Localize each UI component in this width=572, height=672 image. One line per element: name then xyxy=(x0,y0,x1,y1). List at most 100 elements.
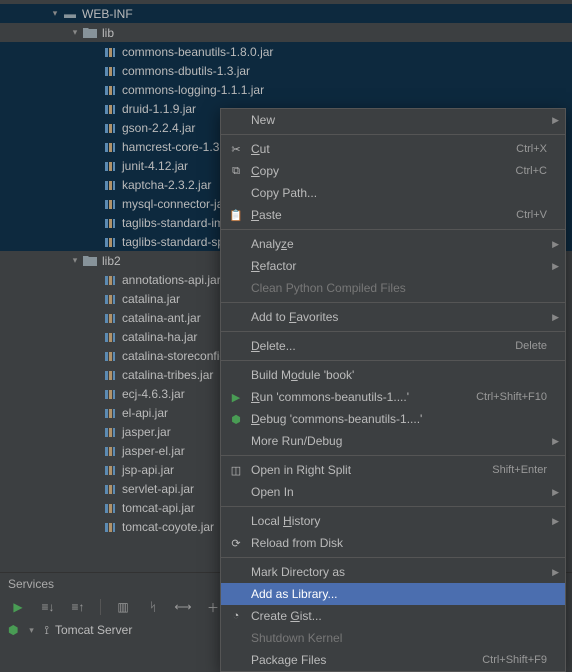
archive-icon xyxy=(102,196,118,212)
menu-copy[interactable]: ⧉CopyCtrl+C xyxy=(221,160,565,182)
menu-open-split[interactable]: ◫ Open in Right SplitShift+Enter xyxy=(221,459,565,481)
github-icon: ◔ xyxy=(227,608,245,624)
menu-label: Build Module 'book' xyxy=(251,368,547,382)
submenu-arrow-icon: ▶ xyxy=(552,436,559,447)
separator xyxy=(221,506,565,507)
menu-label: Refactor xyxy=(251,259,547,273)
collapse-icon: ▾ xyxy=(68,26,82,40)
shortcut: Ctrl+Shift+F9 xyxy=(482,654,547,666)
split-icon: ◫ xyxy=(227,462,245,478)
menu-refactor[interactable]: Refactor ▶ xyxy=(221,255,565,277)
filter-button[interactable]: ▥ xyxy=(113,597,133,617)
menu-paste[interactable]: 📋PasteCtrl+V xyxy=(221,204,565,226)
tree-item[interactable]: commons-logging-1.1.1.jar xyxy=(0,80,572,99)
tree-label: gson-2.2.4.jar xyxy=(122,121,195,135)
archive-icon xyxy=(102,519,118,535)
archive-icon xyxy=(102,329,118,345)
tree-folder-lib[interactable]: ▾ lib xyxy=(0,23,572,42)
separator xyxy=(221,302,565,303)
menu-label: Clean Python Compiled Files xyxy=(251,281,547,295)
tree-label: tomcat-api.jar xyxy=(122,501,195,515)
menu-label: New xyxy=(251,113,547,127)
menu-label: Open In xyxy=(251,485,547,499)
shortcut: Ctrl+V xyxy=(516,209,547,221)
menu-more-run[interactable]: More Run/Debug ▶ xyxy=(221,430,565,452)
menu-debug[interactable]: ⬢Debug 'commons-beanutils-1....' xyxy=(221,408,565,430)
archive-icon xyxy=(102,234,118,250)
filter-button[interactable]: ᛋ xyxy=(143,597,163,617)
submenu-arrow-icon: ▶ xyxy=(552,312,559,323)
menu-label: Copy xyxy=(251,164,516,178)
menu-local-history[interactable]: Local History▶ xyxy=(221,510,565,532)
tree-label: catalina-storeconfig xyxy=(122,349,226,363)
archive-icon xyxy=(102,367,118,383)
archive-icon xyxy=(102,481,118,497)
tree-label: tomcat-coyote.jar xyxy=(122,520,214,534)
run-icon: ▶ xyxy=(227,389,245,405)
archive-icon xyxy=(102,101,118,117)
tree-label: jsp-api.jar xyxy=(122,463,174,477)
tree-folder-webinf[interactable]: ▾▬WEB-INF xyxy=(0,4,572,23)
menu-favorites[interactable]: Add to Favorites▶ xyxy=(221,306,565,328)
tree-label: ecj-4.6.3.jar xyxy=(122,387,185,401)
archive-icon xyxy=(102,272,118,288)
menu-label: Shutdown Kernel xyxy=(251,631,547,645)
tree-label: hamcrest-core-1.3.jar xyxy=(122,140,236,154)
menu-build[interactable]: Build Module 'book' xyxy=(221,364,565,386)
submenu-arrow-icon: ▶ xyxy=(552,115,559,126)
toolbar-btn[interactable]: ≡↓ xyxy=(38,597,58,617)
menu-open-in[interactable]: Open In▶ xyxy=(221,481,565,503)
archive-icon xyxy=(102,348,118,364)
tree-label: jasper-el.jar xyxy=(122,444,185,458)
menu-add-as-library[interactable]: Add as Library... xyxy=(221,583,565,605)
separator xyxy=(221,455,565,456)
menu-run[interactable]: ▶ Run 'commons-beanutils-1....'Ctrl+Shift… xyxy=(221,386,565,408)
tree-label: lib2 xyxy=(102,254,121,268)
tree-label: mysql-connector-jar xyxy=(122,197,227,211)
menu-label: More Run/Debug xyxy=(251,434,547,448)
tree-label: catalina-tribes.jar xyxy=(122,368,213,382)
archive-icon xyxy=(102,139,118,155)
menu-copy-path[interactable]: Copy Path... xyxy=(221,182,565,204)
menu-label: Analyze xyxy=(251,237,547,251)
tree-label: commons-beanutils-1.8.0.jar xyxy=(122,45,273,59)
shortcut: Shift+Enter xyxy=(492,464,547,476)
submenu-arrow-icon: ▶ xyxy=(552,261,559,272)
shortcut: Ctrl+Shift+F10 xyxy=(476,391,547,403)
toolbar-btn[interactable]: ⟷ xyxy=(173,597,193,617)
menu-new[interactable]: New ▶ xyxy=(221,109,565,131)
menu-analyze[interactable]: Analyze▶ xyxy=(221,233,565,255)
menu-label: Cut xyxy=(251,142,516,156)
separator xyxy=(221,331,565,332)
tree-label: kaptcha-2.3.2.jar xyxy=(122,178,211,192)
menu-mark-directory[interactable]: Mark Directory as▶ xyxy=(221,561,565,583)
menu-reload[interactable]: ⟳Reload from Disk xyxy=(221,532,565,554)
tomcat-label: Tomcat Server xyxy=(55,623,132,637)
cut-icon: ✂ xyxy=(227,141,245,157)
menu-label: Debug 'commons-beanutils-1....' xyxy=(251,412,547,426)
archive-icon xyxy=(102,462,118,478)
toolbar-btn[interactable]: ≡↑ xyxy=(68,597,88,617)
paste-icon: 📋 xyxy=(227,207,245,223)
tree-label: jasper.jar xyxy=(122,425,171,439)
tree-label: catalina-ha.jar xyxy=(122,330,197,344)
menu-cut[interactable]: ✂CutCtrl+X xyxy=(221,138,565,160)
separator xyxy=(221,229,565,230)
menu-label: Delete... xyxy=(251,339,515,353)
menu-create-gist[interactable]: ◔Create Gist... xyxy=(221,605,565,627)
tree-item[interactable]: commons-dbutils-1.3.jar xyxy=(0,61,572,80)
tree-item[interactable]: commons-beanutils-1.8.0.jar xyxy=(0,42,572,61)
menu-shutdown-kernel: Shutdown Kernel xyxy=(221,627,565,649)
archive-icon xyxy=(102,386,118,402)
tree-label: lib xyxy=(102,26,114,40)
folder-icon: ▬ xyxy=(62,6,78,22)
menu-label: Open in Right Split xyxy=(251,463,492,477)
separator xyxy=(100,599,101,615)
archive-icon xyxy=(102,158,118,174)
menu-label: Run 'commons-beanutils-1....' xyxy=(251,390,476,404)
archive-icon xyxy=(102,500,118,516)
shortcut: Ctrl+C xyxy=(516,165,547,177)
menu-delete[interactable]: Delete...Delete xyxy=(221,335,565,357)
menu-package-files[interactable]: Package FilesCtrl+Shift+F9 xyxy=(221,649,565,671)
run-button[interactable]: ▶ xyxy=(8,597,28,617)
